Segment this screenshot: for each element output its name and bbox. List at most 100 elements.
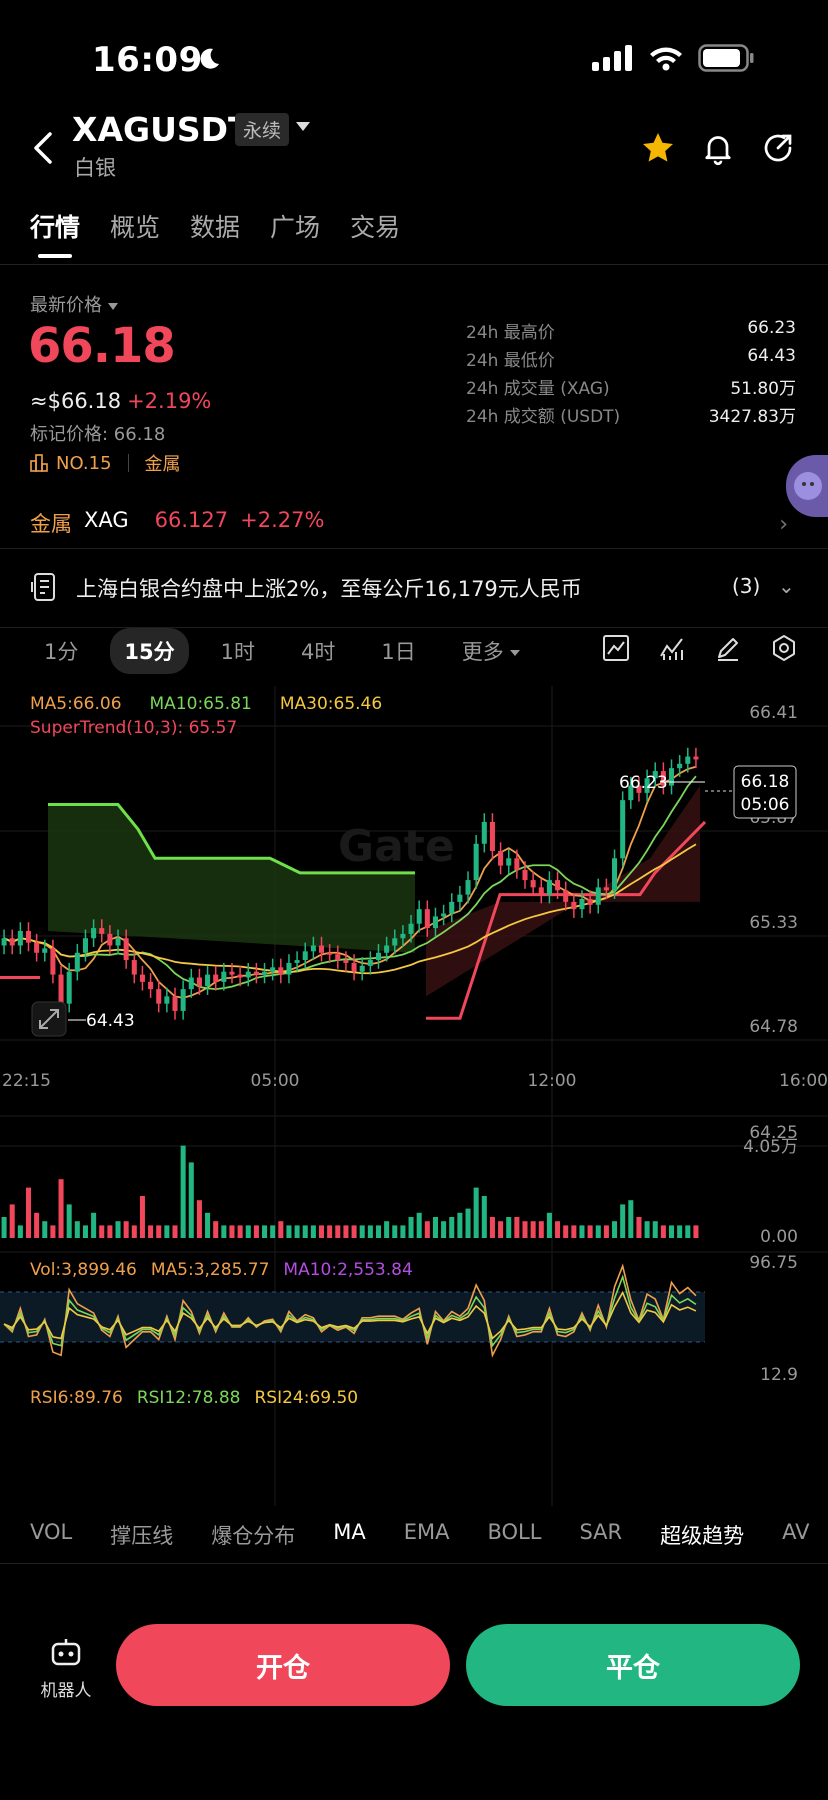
- candle: [237, 974, 243, 978]
- moon-icon: [196, 46, 222, 72]
- rsi24: RSI24:69.50: [254, 1388, 359, 1408]
- metal-code: XAG: [84, 508, 129, 532]
- indicator-icon[interactable]: [658, 634, 686, 662]
- ind-av[interactable]: AV: [782, 1520, 809, 1550]
- volume-bar: [286, 1225, 292, 1238]
- volume-bar: [9, 1204, 15, 1238]
- latest-price-label[interactable]: 最新价格: [30, 291, 118, 317]
- volume-bar: [367, 1225, 373, 1238]
- ind-support[interactable]: 撑压线: [110, 1520, 173, 1550]
- volume-bar: [506, 1217, 512, 1238]
- candle: [441, 913, 447, 917]
- timeframe-4h[interactable]: 4时: [287, 628, 349, 674]
- back-icon[interactable]: [28, 128, 58, 168]
- robot-button[interactable]: 机器人: [36, 1636, 96, 1701]
- timeframe-more[interactable]: 更多: [448, 628, 534, 674]
- ind-liquidation[interactable]: 爆仓分布: [211, 1520, 295, 1550]
- volume-bar: [270, 1225, 276, 1238]
- tab-data[interactable]: 数据: [190, 208, 240, 244]
- volume-bar: [563, 1225, 569, 1238]
- timeframe-15m[interactable]: 15分: [110, 628, 189, 674]
- metal-index-row[interactable]: 金属 XAG 66.127 +2.27%: [30, 508, 324, 538]
- volume-bar: [595, 1225, 601, 1238]
- volume-bar: [205, 1212, 211, 1238]
- timeframe-1h[interactable]: 1时: [207, 628, 269, 674]
- tab-trade[interactable]: 交易: [350, 208, 400, 244]
- timeframe-1d[interactable]: 1日: [367, 628, 429, 674]
- tab-market[interactable]: 行情: [30, 208, 80, 258]
- candle: [245, 971, 251, 978]
- ind-supertrend[interactable]: 超级趋势: [660, 1520, 744, 1550]
- close-position-button[interactable]: 平仓: [466, 1624, 800, 1706]
- bell-icon[interactable]: [700, 130, 736, 166]
- candle: [180, 989, 186, 1011]
- volume-bar: [237, 1225, 243, 1238]
- ma-legend: MA5:66.06 MA10:65.81 MA30:65.46: [30, 694, 382, 714]
- ind-ma[interactable]: MA: [333, 1520, 365, 1550]
- chart-tools: [602, 634, 798, 662]
- volume-bar: [107, 1225, 113, 1238]
- volume-bar: [245, 1225, 251, 1238]
- news-headline[interactable]: 上海白银合约盘中上涨2%，至每公斤16,179元人民币: [76, 573, 582, 603]
- assistant-bubble[interactable]: [786, 455, 828, 517]
- candle: [579, 898, 585, 910]
- candle: [302, 951, 308, 961]
- volume-bar: [196, 1200, 202, 1238]
- chevron-down-icon[interactable]: ⌄: [778, 574, 795, 598]
- rsi-axis-label: 96.75: [749, 1253, 798, 1273]
- candle: [498, 851, 504, 866]
- metal-price: 66.127: [154, 508, 229, 532]
- share-icon[interactable]: [760, 130, 796, 166]
- volume-bar: [42, 1221, 48, 1238]
- candle: [123, 938, 129, 961]
- star-icon[interactable]: [640, 130, 676, 166]
- volume-bar: [612, 1221, 618, 1238]
- candle: [131, 960, 137, 975]
- chevron-right-icon[interactable]: ›: [779, 512, 788, 537]
- candle: [213, 974, 219, 982]
- rank-row[interactable]: NO.15 金属: [30, 450, 181, 476]
- volume-bar: [555, 1221, 561, 1238]
- stat-high: 24h 最高价 66.23: [466, 318, 796, 343]
- timeframe-tabs: 1分 15分 1时 4时 1日 更多: [30, 628, 534, 674]
- candle: [205, 974, 211, 987]
- high-label: 66.23: [619, 773, 668, 793]
- status-icons: [592, 44, 754, 72]
- candle: [148, 981, 154, 990]
- volume-bar: [441, 1221, 447, 1238]
- timeframe-1m[interactable]: 1分: [30, 628, 92, 674]
- price-chart[interactable]: Gate66.4165.8765.3364.7864.2522:1505:001…: [0, 686, 828, 1506]
- candle: [294, 960, 300, 963]
- symbol-caret-icon[interactable]: [296, 122, 310, 131]
- candle: [42, 948, 48, 953]
- candle: [685, 756, 691, 764]
- candle: [514, 858, 520, 870]
- symbol-title[interactable]: XAGUSDT: [72, 110, 251, 149]
- candle: [457, 894, 463, 902]
- vol-axis-label: 4.05万: [743, 1137, 798, 1157]
- volume-bar: [579, 1225, 585, 1238]
- volume-bar: [457, 1212, 463, 1238]
- ind-boll[interactable]: BOLL: [487, 1520, 541, 1550]
- candle: [693, 756, 699, 760]
- ind-vol[interactable]: VOL: [30, 1520, 72, 1550]
- chart-type-icon[interactable]: [602, 634, 630, 662]
- countdown-label: 05:06: [741, 795, 790, 815]
- ind-ema[interactable]: EMA: [404, 1520, 450, 1550]
- ind-sar[interactable]: SAR: [579, 1520, 622, 1550]
- settings-icon[interactable]: [770, 634, 798, 662]
- vol-value: Vol:3,899.46: [30, 1260, 137, 1280]
- tab-overview[interactable]: 概览: [110, 208, 160, 244]
- candle: [17, 930, 23, 946]
- volume-bar: [66, 1204, 72, 1238]
- open-position-button[interactable]: 开仓: [116, 1624, 450, 1706]
- draw-icon[interactable]: [714, 634, 742, 662]
- news-icon: [30, 572, 58, 602]
- volume-bar: [172, 1225, 178, 1238]
- tab-square[interactable]: 广场: [270, 208, 320, 244]
- volume-bar: [660, 1225, 666, 1238]
- candle: [465, 880, 471, 895]
- volume-bar: [636, 1217, 642, 1238]
- candle: [620, 800, 626, 859]
- candle: [677, 763, 683, 769]
